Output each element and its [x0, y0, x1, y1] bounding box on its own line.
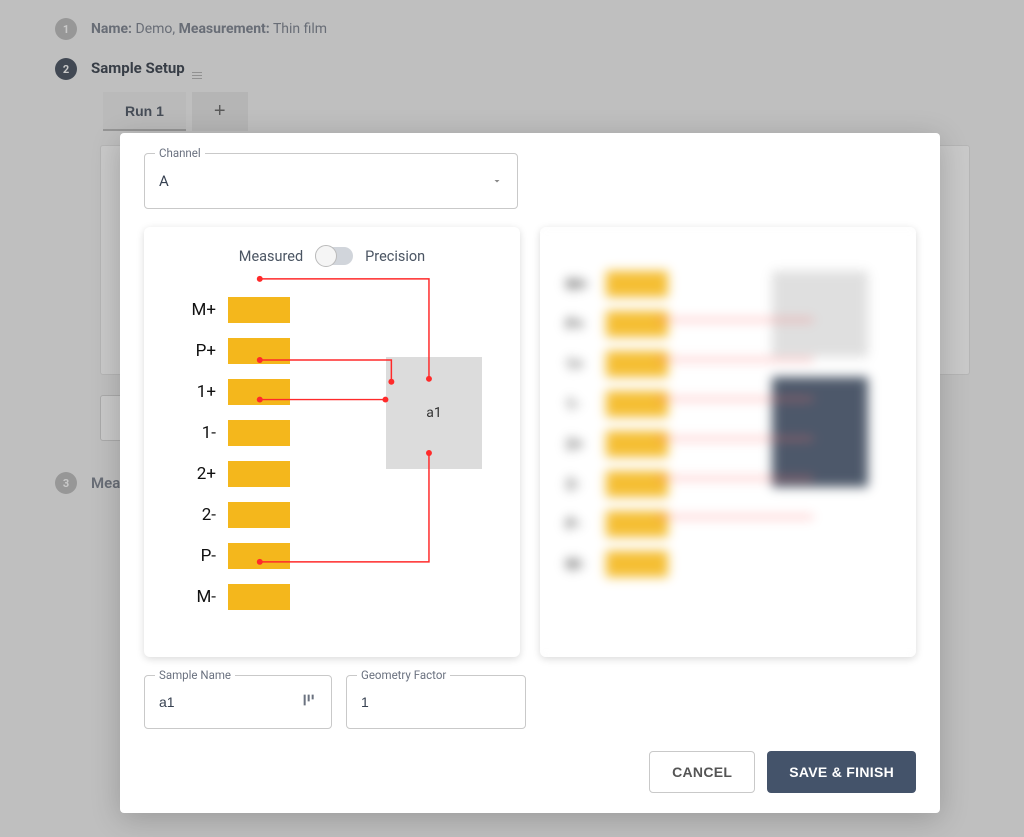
menu-icon	[192, 72, 208, 79]
probe-box[interactable]	[228, 461, 290, 487]
blur-box	[606, 471, 668, 497]
blur-sample-light	[772, 271, 868, 357]
edit-icon[interactable]	[301, 692, 317, 712]
probe-box[interactable]	[228, 420, 290, 446]
probe-row-2minus: 2-	[182, 498, 500, 532]
cancel-button[interactable]: CANCEL	[649, 751, 755, 793]
step-2-header: 2 Sample Setup	[55, 58, 975, 80]
toggle-label-measured: Measured	[239, 248, 303, 265]
blur-box	[606, 431, 668, 457]
probe-card-right-blurred: M+ P+ 1+ 1- 2+ 2- P- M-	[540, 227, 916, 657]
probe-label: P-	[182, 546, 216, 566]
probe-label: M+	[182, 300, 216, 320]
channel-select[interactable]: Channel A	[144, 153, 518, 209]
blur-label: P-	[566, 515, 596, 533]
blur-label: P+	[566, 315, 596, 333]
step1-name-label: Name:	[91, 21, 132, 37]
tab-run-1[interactable]: Run 1	[103, 92, 186, 131]
blur-label: M-	[566, 555, 596, 573]
step-1-circle: 1	[55, 18, 77, 40]
toggle-knob	[315, 245, 337, 267]
sample-name-input[interactable]	[159, 694, 301, 710]
probe-label: 2-	[182, 505, 216, 525]
probe-card-left: Measured Precision M+ P+ 1+	[144, 227, 520, 657]
probe-box[interactable]	[228, 338, 290, 364]
probe-label: M-	[182, 587, 216, 607]
chevron-down-icon	[491, 172, 503, 191]
tab-add-button[interactable]: +	[192, 92, 248, 131]
measured-precision-toggle[interactable]	[315, 247, 353, 265]
step-2-circle: 2	[55, 58, 77, 80]
toggle-label-precision: Precision	[365, 248, 425, 265]
geometry-factor-field[interactable]: Geometry Factor	[346, 675, 526, 729]
probe-row-mplus: M+	[182, 293, 500, 327]
probe-box[interactable]	[228, 502, 290, 528]
step-1-header: 1 Name: Demo, Measurement: Thin film	[55, 18, 975, 40]
sample-name-field[interactable]: Sample Name	[144, 675, 332, 729]
probe-box[interactable]	[228, 297, 290, 323]
step-3-header: 3 Mea	[55, 472, 120, 494]
channel-label: Channel	[155, 146, 205, 160]
probe-label: 1-	[182, 423, 216, 443]
geometry-label: Geometry Factor	[357, 668, 450, 682]
blur-box	[606, 551, 668, 577]
blur-box	[606, 271, 668, 297]
probe-row-pminus: P-	[182, 539, 500, 573]
probe-label: 1+	[182, 382, 216, 402]
blur-sample-dark	[772, 377, 868, 487]
blur-label: 2+	[566, 435, 596, 453]
step1-meas-value: Thin film	[273, 21, 327, 37]
blur-box	[606, 391, 668, 417]
blur-label: 1-	[566, 395, 596, 413]
blur-label: M+	[566, 275, 596, 293]
wiring-overlay-blur-icon	[540, 227, 916, 603]
blur-label: 1+	[566, 355, 596, 373]
step1-meas-label: Measurement:	[179, 21, 270, 37]
channel-value: A	[159, 172, 491, 190]
probe-box[interactable]	[228, 584, 290, 610]
blur-box	[606, 311, 668, 337]
probe-row-mminus: M-	[182, 580, 500, 614]
geometry-input[interactable]	[361, 694, 511, 710]
blur-box	[606, 351, 668, 377]
probe-label: P+	[182, 341, 216, 361]
step-3-title-partial: Mea	[91, 474, 120, 492]
save-finish-button[interactable]: SAVE & FINISH	[767, 751, 916, 793]
step-3-circle: 3	[55, 472, 77, 494]
blur-box	[606, 511, 668, 537]
sample-setup-dialog: Channel A Measured Precision M+ P+	[120, 133, 940, 813]
probe-box[interactable]	[228, 543, 290, 569]
sample-chip[interactable]: a1	[386, 357, 482, 469]
blur-label: 2-	[566, 475, 596, 493]
sample-name-label: Sample Name	[155, 668, 235, 682]
step1-name-value: Demo,	[136, 21, 176, 37]
step-2-title: Sample Setup	[91, 59, 185, 77]
probe-label: 2+	[182, 464, 216, 484]
probe-box[interactable]	[228, 379, 290, 405]
